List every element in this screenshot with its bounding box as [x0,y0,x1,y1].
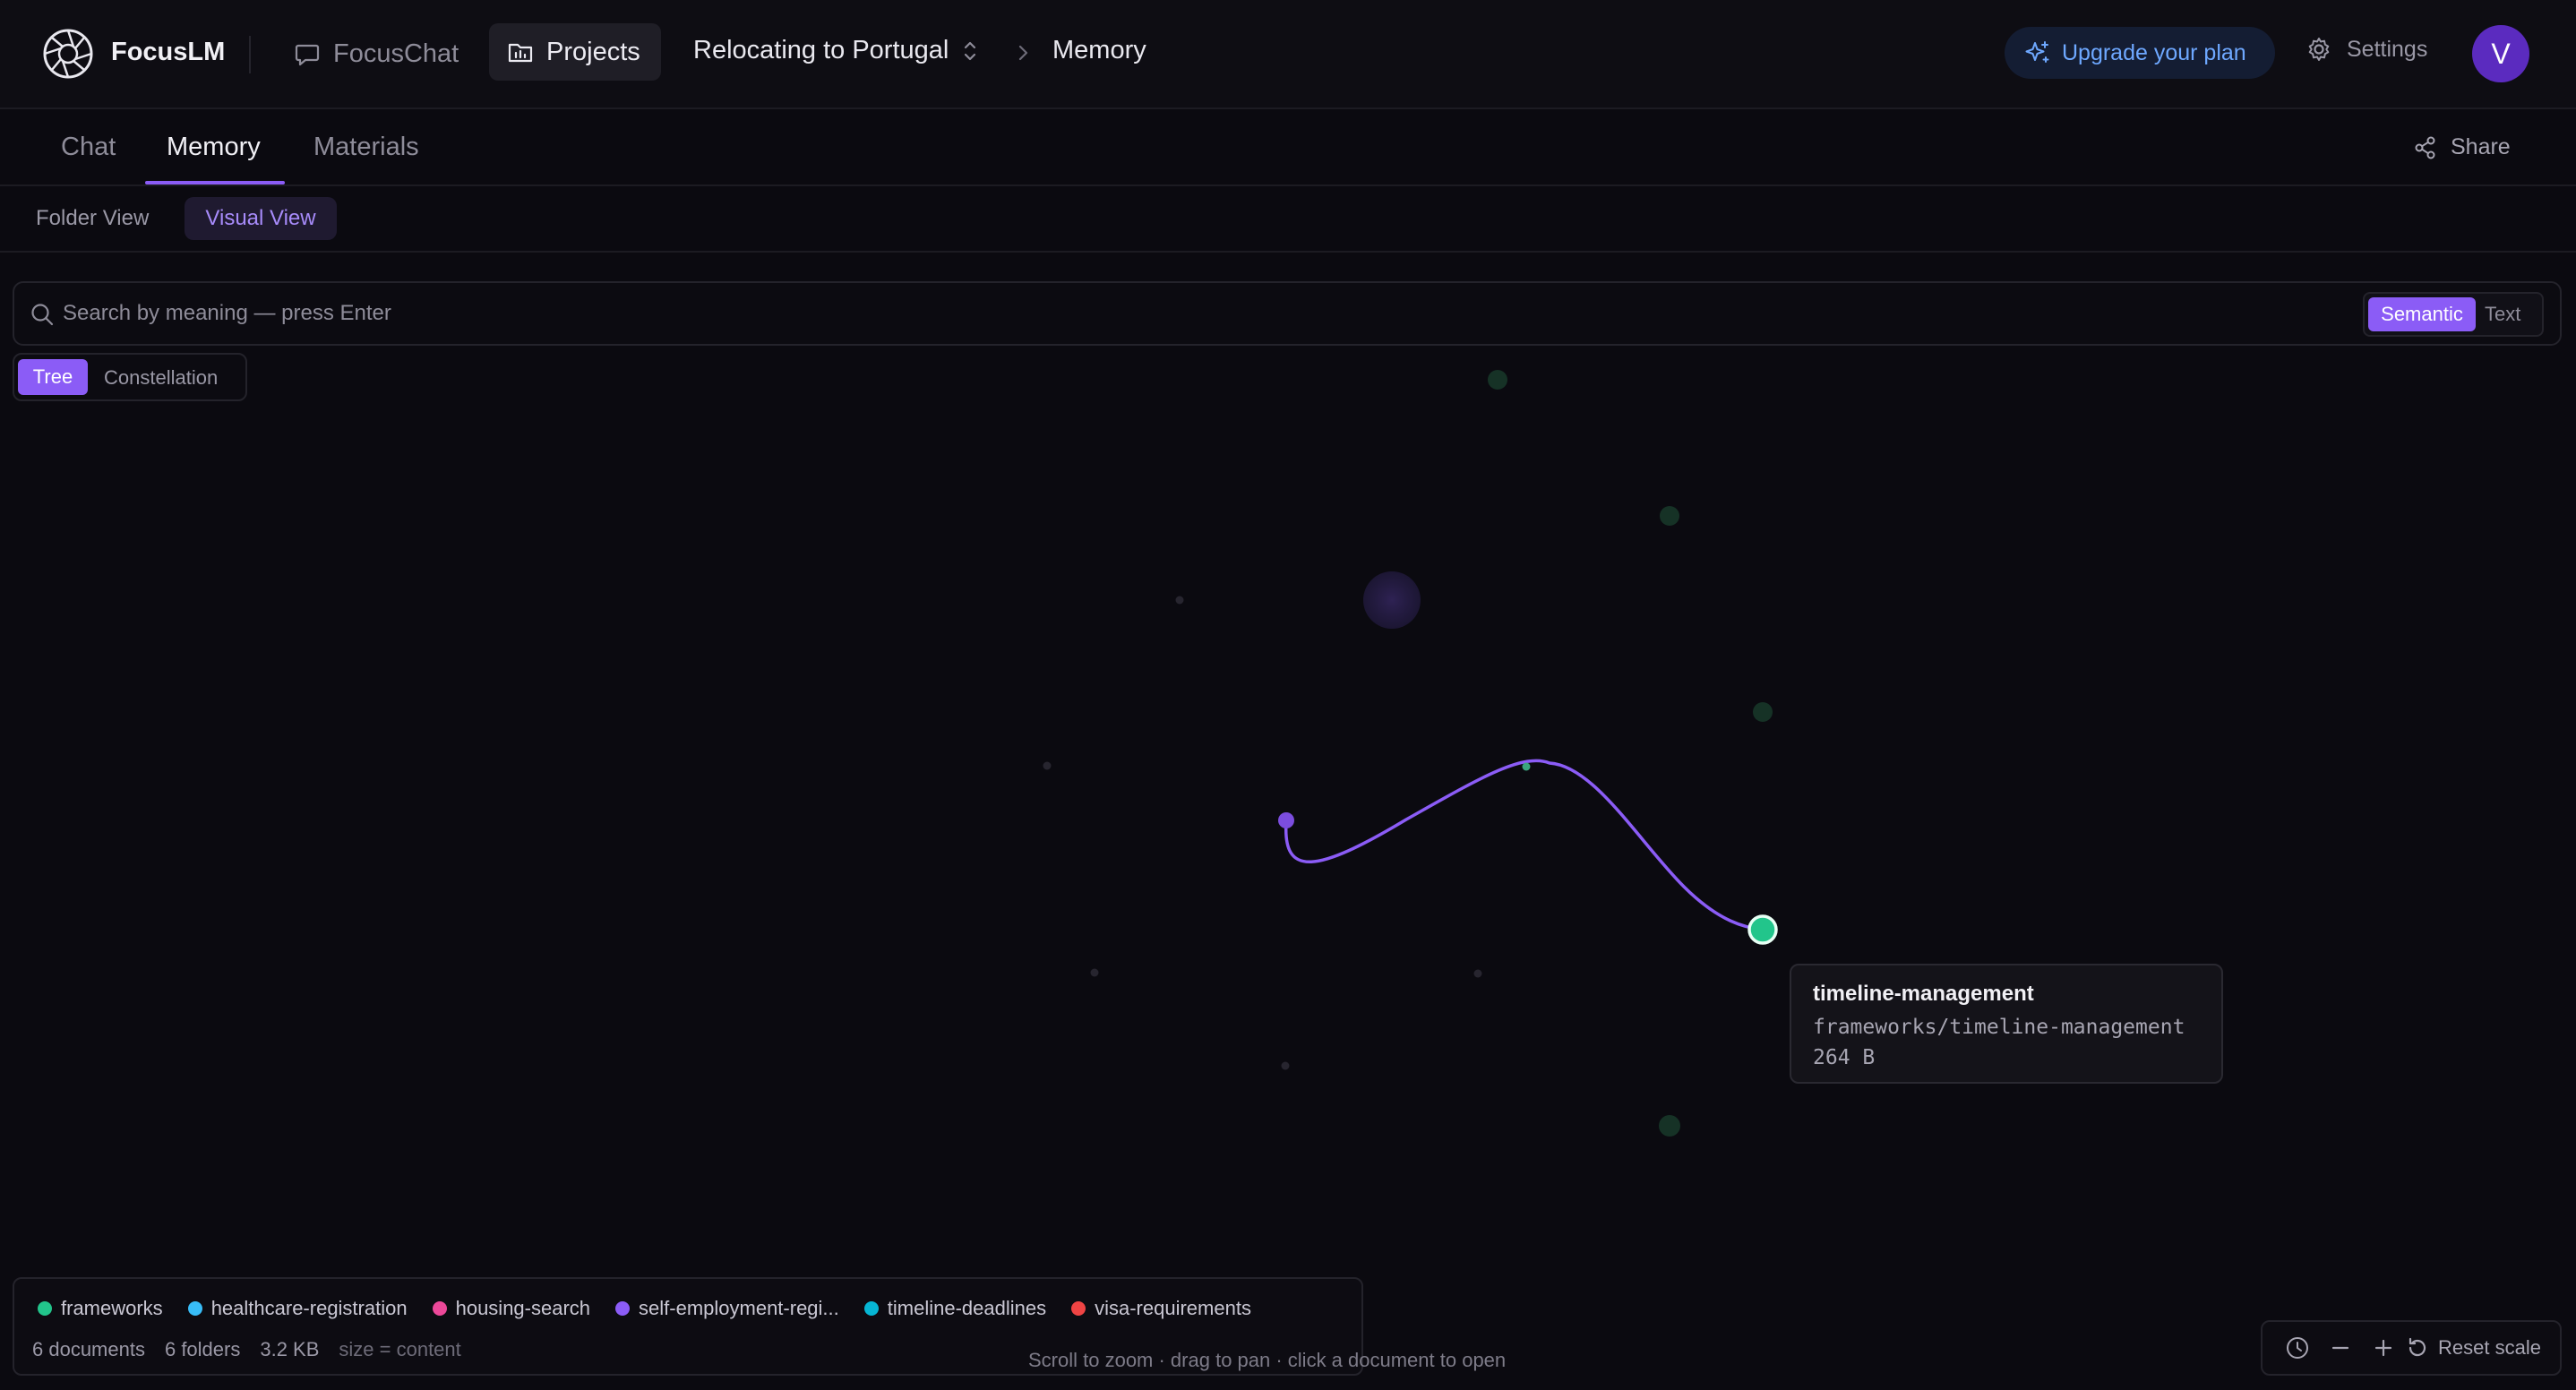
legend-label: healthcare-registration [210,1297,408,1319]
graph-node-dot [1281,1061,1290,1070]
legend-color-dot [187,1301,202,1316]
chat-bubble-icon [295,44,320,66]
legend-item-visa-requirements[interactable]: visa-requirements [1071,1297,1251,1320]
graph-root-node[interactable] [1363,571,1421,629]
legend-color-dot [432,1301,447,1316]
graph-node-dot [1090,968,1099,977]
legend-label: timeline-deadlines [887,1297,1047,1319]
graph-node-folder[interactable] [1660,506,1679,526]
graph-node-folder[interactable] [1488,370,1507,390]
reset-scale-button[interactable]: Reset scale [2406,1336,2541,1360]
chevron-right-icon [1018,45,1028,61]
gear-icon [2308,38,2330,61]
graph-node-dot [1473,969,1482,978]
history-button[interactable] [2284,1334,2311,1361]
semantic-mode-button[interactable]: Semantic [2368,297,2476,331]
share-button[interactable]: Share [2413,134,2511,160]
avatar[interactable]: V [2472,25,2529,82]
legend-item-timeline-deadlines[interactable]: timeline-deadlines [863,1297,1047,1320]
graph-node-dot [1175,596,1184,605]
legend-color-dot [615,1301,631,1316]
folder-view-button[interactable]: Folder View [36,206,149,231]
zoom-controls: Reset scale [2261,1320,2562,1376]
zoom-in-button[interactable] [2370,1334,2397,1361]
tab-memory[interactable]: Memory [167,133,261,162]
tab-materials[interactable]: Materials [313,133,419,162]
project-name: Relocating to Portugal [693,36,949,64]
legend-item-self-employment[interactable]: self-employment-regi... [615,1297,839,1320]
legend-label: housing-search [455,1297,591,1319]
graph-node-dot [1043,761,1052,770]
tab-bar: Chat Memory Materials Share [0,109,2576,186]
graph-node-folder[interactable] [1753,702,1773,722]
folder-count: 6 folders [164,1338,241,1360]
nav-projects[interactable]: Projects [489,23,661,81]
zoom-out-button[interactable] [2327,1334,2354,1361]
chevron-up-down-icon [965,41,976,60]
upgrade-label: Upgrade your plan [2062,39,2246,65]
settings-button[interactable]: Settings [2306,36,2427,63]
search-input[interactable] [63,296,2356,331]
legend-color-dot [1071,1301,1086,1316]
legend-color-dot [863,1301,879,1316]
graph-link-path [1284,759,1765,931]
tooltip-path: frameworks/timeline-management [1813,1016,2185,1039]
clock-icon [2287,1337,2308,1359]
tooltip-size: 264 B [1813,1046,1876,1069]
graph-node-self-employment[interactable] [1278,812,1294,828]
search-mode-toggle: Semantic Text [2363,292,2544,337]
memory-search-bar: Semantic Text [13,281,2562,346]
reset-icon [2409,1337,2426,1357]
folder-icon [508,43,533,63]
top-bar: FocusLM FocusChat Projects Relocating to… [0,0,2576,109]
graph-stats: 6 documents 6 folders 3.2 KB size = cont… [32,1338,461,1361]
node-tooltip: timeline-management frameworks/timeline-… [1790,964,2223,1084]
legend-label: self-employment-regi... [639,1297,839,1319]
tooltip-title: timeline-management [1813,982,2034,1006]
graph-node-folder[interactable] [1659,1115,1680,1137]
upgrade-button[interactable]: Upgrade your plan [2005,27,2275,79]
project-switcher[interactable]: Relocating to Portugal [693,36,979,65]
sparkles-icon [2025,41,2049,63]
legend-item-healthcare-registration[interactable]: healthcare-registration [187,1297,408,1320]
divider [249,36,251,73]
reset-scale-label: Reset scale [2438,1336,2541,1359]
nav-projects-label: Projects [546,37,640,66]
settings-label: Settings [2347,36,2428,62]
active-tab-indicator [145,181,285,184]
share-label: Share [2451,134,2511,159]
legend-items: frameworks healthcare-registration housi… [38,1297,1251,1320]
total-size: 3.2 KB [260,1338,320,1360]
constellation-layout-button[interactable]: Constellation [104,366,218,390]
app-name[interactable]: FocusLM [111,38,225,67]
tree-layout-button[interactable]: Tree [18,359,88,395]
document-count: 6 documents [32,1338,145,1360]
breadcrumb-current: Memory [1052,36,1146,64]
legend-color-dot [38,1301,52,1316]
visual-view-button[interactable]: Visual View [185,197,337,240]
focuslm-logo-icon[interactable] [41,27,95,81]
nav-focuschat[interactable]: FocusChat [294,34,459,73]
plus-icon [2374,1339,2392,1357]
share-icon [2415,136,2435,159]
tab-chat[interactable]: Chat [61,133,116,162]
search-icon [31,304,54,326]
graph-node-frameworks-folder[interactable] [1522,762,1531,771]
legend-item-housing-search[interactable]: housing-search [432,1297,591,1320]
text-mode-button[interactable]: Text [2485,303,2520,326]
minus-icon [2331,1346,2349,1350]
view-switcher: Folder View Visual View [0,186,2576,253]
interaction-hint: Scroll to zoom · drag to pan · click a d… [1028,1349,1507,1371]
legend-item-frameworks[interactable]: frameworks [38,1297,163,1320]
legend-label: frameworks [61,1297,163,1319]
graph-layout-toggle: Tree Constellation [13,353,247,401]
legend-label: visa-requirements [1095,1297,1251,1319]
size-note: size = content [339,1338,461,1360]
graph-node-timeline-management[interactable] [1747,914,1778,945]
nav-focuschat-label: FocusChat [333,39,459,68]
